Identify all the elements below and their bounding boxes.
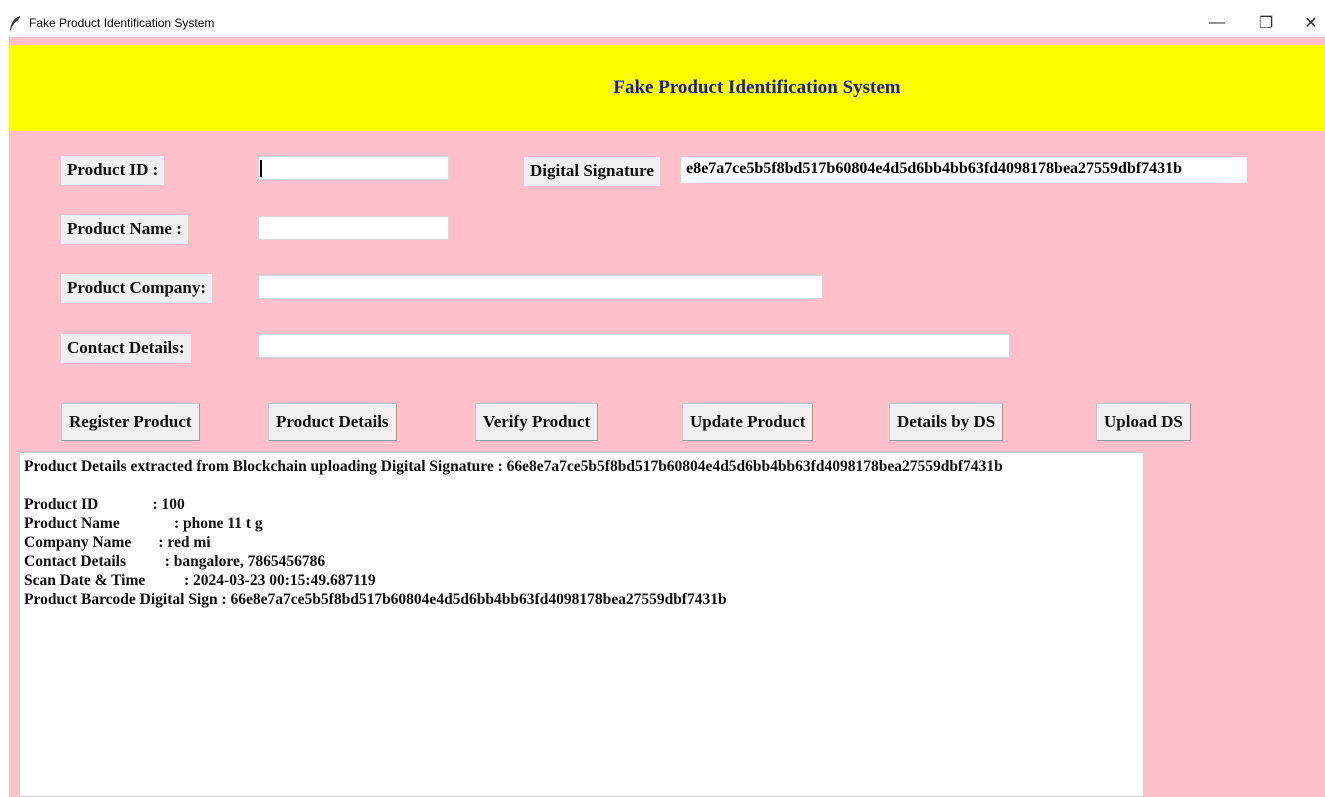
app-header: Fake Product Identification System [9, 45, 1325, 131]
output-line: Product Name : phone 11 t g [24, 515, 263, 532]
text-cursor [260, 160, 262, 177]
page-title: Fake Product Identification System [613, 77, 901, 98]
register-product-button[interactable]: Register Product [61, 403, 200, 441]
app-client-area: Fake Product Identification System Produ… [9, 37, 1325, 797]
product-name-label: Product Name : [61, 215, 188, 244]
output-text-area[interactable]: Product Details extracted from Blockchai… [19, 452, 1144, 797]
product-id-label: Product ID : [61, 156, 165, 185]
details-by-ds-button[interactable]: Details by DS [889, 403, 1004, 441]
digital-signature-label: Digital Signature [524, 157, 660, 186]
digital-signature-value: e8e7a7ce5b5f8bd517b60804e4d5d6bb4bb63fd4… [681, 157, 1247, 183]
product-id-input[interactable] [258, 156, 449, 180]
product-details-button[interactable]: Product Details [268, 403, 397, 441]
minimize-icon[interactable]: — [1194, 9, 1240, 37]
feather-icon [8, 15, 22, 31]
window-title: Fake Product Identification System [29, 16, 215, 30]
product-company-label: Product Company: [61, 274, 212, 303]
window-titlebar: Fake Product Identification System — ❐ ✕ [0, 9, 1325, 37]
output-line: Product ID : 100 [24, 496, 185, 513]
close-icon[interactable]: ✕ [1288, 9, 1325, 37]
output-line: Contact Details : bangalore, 7865456786 [24, 553, 326, 570]
output-line: Scan Date & Time : 2024-03-23 00:15:49.6… [24, 572, 376, 589]
output-line: Product Details extracted from Blockchai… [24, 458, 1003, 475]
output-line: Company Name : red mi [24, 534, 211, 551]
product-name-input[interactable] [258, 216, 449, 240]
maximize-icon[interactable]: ❐ [1243, 9, 1289, 37]
upload-ds-button[interactable]: Upload DS [1096, 403, 1191, 441]
verify-product-button[interactable]: Verify Product [475, 403, 599, 441]
output-line: Product Barcode Digital Sign : 66e8e7a7c… [24, 591, 727, 608]
contact-details-input[interactable] [258, 334, 1010, 358]
contact-details-label: Contact Details: [61, 334, 191, 363]
product-company-input[interactable] [258, 275, 823, 299]
update-product-button[interactable]: Update Product [682, 403, 814, 441]
